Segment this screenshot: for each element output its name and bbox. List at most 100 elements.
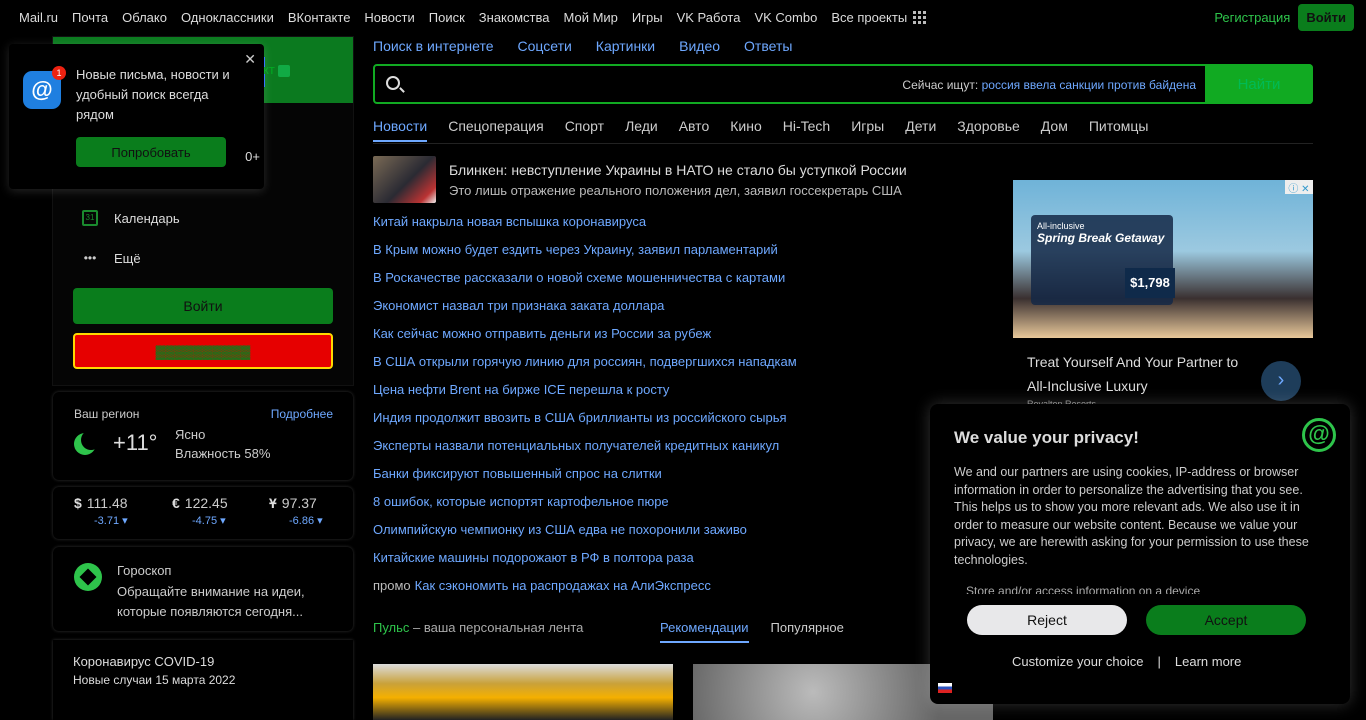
reject-button[interactable]: Reject: [967, 605, 1127, 635]
tab-hitech[interactable]: Hi-Tech: [783, 118, 830, 142]
search-button[interactable]: Найти: [1205, 64, 1313, 104]
register-link[interactable]: Регистрация: [1214, 10, 1290, 25]
weather-widget[interactable]: Ваш регион Подробнее +11° Ясно Влажность…: [53, 392, 353, 480]
menu-item-calendar[interactable]: 31 Календарь: [81, 209, 180, 227]
horoscope-widget[interactable]: Гороскоп Обращайте внимание на идеи, кот…: [53, 547, 353, 631]
lead-news-image[interactable]: [373, 156, 436, 203]
rate-value: 111.48: [86, 495, 128, 511]
menu-item-more[interactable]: ••• Ещё: [81, 249, 141, 267]
tab-lady[interactable]: Леди: [625, 118, 658, 142]
nav-link-search[interactable]: Поиск: [429, 10, 465, 25]
covid-subtitle: Новые случаи 15 марта 2022: [73, 673, 236, 687]
try-button[interactable]: Попробовать: [76, 137, 226, 167]
news-item[interactable]: Как сейчас можно отправить деньги из Рос…: [373, 324, 797, 352]
search-input[interactable]: Сейчас ищут: россия ввела санкции против…: [373, 64, 1313, 104]
tab-answers[interactable]: Ответы: [744, 38, 792, 54]
language-flag-icon[interactable]: [938, 683, 952, 693]
customize-link[interactable]: Customize your choice: [1012, 654, 1144, 669]
nav-link-vk-combo[interactable]: VK Combo: [754, 10, 817, 25]
pulse-heading: Пульс – ваша персональная лента: [373, 620, 583, 635]
nav-link-news[interactable]: Новости: [364, 10, 414, 25]
nav-link-cloud[interactable]: Облако: [122, 10, 167, 25]
chevron-right-icon[interactable]: ›: [1261, 361, 1301, 401]
currency-rates[interactable]: $111.48 -3.71 ▾ €122.45 -4.75 ▾ Ұ 97.37 -…: [53, 487, 353, 539]
news-item[interactable]: Экономист назвал три признака заката дол…: [373, 296, 797, 324]
menu-item-label: Календарь: [114, 210, 180, 226]
nav-link-ok[interactable]: Одноклассники: [181, 10, 274, 25]
news-item[interactable]: Банки фиксируют повышенный спрос на слит…: [373, 464, 797, 492]
nav-link-mail[interactable]: Почта: [72, 10, 108, 25]
rate-value: 122.45: [184, 495, 228, 511]
news-item[interactable]: Индия продолжит ввозить в США бриллианты…: [373, 408, 797, 436]
euro-icon: €: [172, 495, 180, 511]
nav-link-dating[interactable]: Знакомства: [479, 10, 550, 25]
news-item[interactable]: В США открыли горячую линию для россиян,…: [373, 352, 797, 380]
tab-kids[interactable]: Дети: [905, 118, 936, 142]
calendar-icon: 31: [81, 209, 99, 227]
accept-button[interactable]: Accept: [1146, 605, 1306, 635]
login-button-top[interactable]: Войти: [1298, 4, 1354, 31]
ad-headline[interactable]: Treat Yourself And Your Partner to All-I…: [1027, 350, 1257, 398]
tab-social[interactable]: Соцсети: [517, 38, 571, 54]
news-item[interactable]: Эксперты назвали потенциальных получател…: [373, 436, 797, 464]
lead-news-subtitle: Это лишь отражение реального положения д…: [449, 183, 902, 198]
notification-popup: ✕ @ 1 Новые письма, новости и удобный по…: [9, 44, 264, 189]
search-tabs: Поиск в интернете Соцсети Картинки Видео…: [373, 38, 816, 54]
nav-link-vk[interactable]: ВКонтакте: [288, 10, 351, 25]
news-item[interactable]: 8 ошибок, которые испортят картофельное …: [373, 492, 797, 520]
nav-link-vk-work[interactable]: VK Работа: [677, 10, 741, 25]
close-icon[interactable]: ✕: [244, 51, 256, 68]
pulse-brand[interactable]: Пульс: [373, 620, 409, 635]
weather-more-link[interactable]: Подробнее: [271, 407, 333, 421]
news-item[interactable]: Олимпийскую чемпионку из США едва не пох…: [373, 520, 797, 548]
tab-web-search[interactable]: Поиск в интернете: [373, 38, 493, 54]
promo-label: промо: [373, 578, 411, 593]
trending-query[interactable]: россия ввела санкции против байдена: [982, 78, 1196, 92]
tab-images[interactable]: Картинки: [596, 38, 655, 54]
create-mailbox-button[interactable]: ▓▓▓▓▓▓▓▓▓▓: [73, 333, 333, 369]
ad-promo-sub: All-inclusive: [1037, 221, 1085, 231]
promo-news-item[interactable]: промо Как сэкономить на распродажах на Ал…: [373, 576, 797, 604]
rate-usd: $111.48 -3.71 ▾: [74, 495, 164, 527]
tab-health[interactable]: Здоровье: [957, 118, 1020, 142]
tab-home[interactable]: Дом: [1041, 118, 1068, 142]
age-rating: 0+: [245, 149, 260, 164]
learn-more-link[interactable]: Learn more: [1175, 654, 1241, 669]
tab-kino[interactable]: Кино: [730, 118, 762, 142]
tab-news[interactable]: Новости: [373, 118, 428, 142]
tab-special-operation[interactable]: Спецоперация: [448, 118, 543, 142]
ad-info-icon[interactable]: ⓘ ✕: [1285, 180, 1313, 195]
tab-pets[interactable]: Питомцы: [1089, 118, 1149, 142]
news-item[interactable]: В Крым можно будет ездить через Украину,…: [373, 240, 797, 268]
nav-link-games[interactable]: Игры: [632, 10, 663, 25]
feed-card-image[interactable]: [373, 664, 673, 720]
advertisement[interactable]: All-inclusive Spring Break Getaway $1,79…: [1013, 180, 1313, 409]
trending-hint: Сейчас ищут: россия ввела санкции против…: [902, 78, 1196, 92]
covid-title: Коронавирус COVID-19: [73, 654, 215, 669]
news-item[interactable]: Китай накрыла новая вспышка коронавируса: [373, 212, 797, 240]
promo-link[interactable]: Как сэкономить на распродажах на АлиЭксп…: [415, 578, 711, 593]
nav-link-myworld[interactable]: Мой Мир: [564, 10, 618, 25]
news-item[interactable]: Цена нефти Brent на бирже ICE перешла к …: [373, 380, 797, 408]
more-icon: •••: [83, 251, 97, 265]
nav-link-all-projects[interactable]: Все проекты: [831, 10, 907, 25]
tab-sport[interactable]: Спорт: [565, 118, 604, 142]
grid-icon[interactable]: [913, 10, 927, 24]
news-item[interactable]: В Роскачестве рассказали о новой схеме м…: [373, 268, 797, 296]
tab-recommendations[interactable]: Рекомендации: [660, 620, 749, 643]
nav-link-mailru[interactable]: Mail.ru: [19, 10, 58, 25]
covid-widget[interactable]: Коронавирус COVID-19 Новые случаи 15 мар…: [53, 640, 353, 720]
vk-id-badge[interactable]: кт: [263, 62, 290, 77]
tab-popular[interactable]: Популярное: [771, 620, 844, 643]
divider: [373, 143, 1313, 144]
horoscope-title: Гороскоп: [117, 563, 172, 578]
news-item[interactable]: Китайские машины подорожают в РФ в полто…: [373, 548, 797, 576]
tab-games[interactable]: Игры: [851, 118, 884, 142]
moon-icon: [74, 430, 101, 455]
login-button[interactable]: Войти: [73, 288, 333, 324]
rate-delta: -6.86 ▾: [289, 515, 323, 527]
lead-news-title[interactable]: Блинкен: невступление Украины в НАТО не …: [449, 162, 1009, 178]
ad-price: $1,798: [1125, 268, 1175, 298]
tab-auto[interactable]: Авто: [679, 118, 710, 142]
tab-video[interactable]: Видео: [679, 38, 720, 54]
